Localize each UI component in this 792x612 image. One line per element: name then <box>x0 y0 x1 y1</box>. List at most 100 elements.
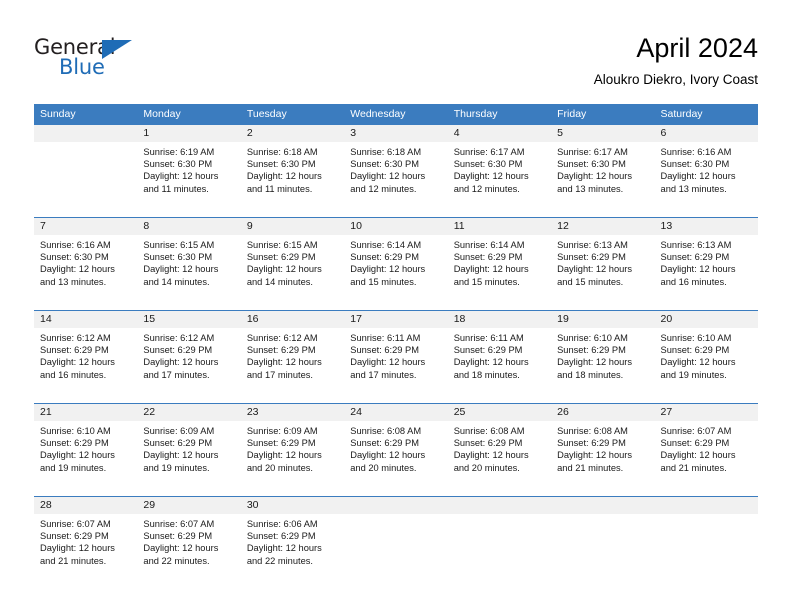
day-cell[interactable]: Sunrise: 6:11 AM Sunset: 6:29 PM Dayligh… <box>448 328 551 403</box>
day-cell[interactable]: Sunrise: 6:09 AM Sunset: 6:29 PM Dayligh… <box>241 421 344 496</box>
day-number[interactable]: 1 <box>137 125 240 142</box>
day-cell[interactable]: Sunrise: 6:13 AM Sunset: 6:29 PM Dayligh… <box>655 235 758 310</box>
daylight-text: Daylight: 12 hours and 15 minutes. <box>350 264 426 287</box>
sunset-text: Sunset: 6:30 PM <box>557 159 626 170</box>
day-cell[interactable]: Sunrise: 6:17 AM Sunset: 6:30 PM Dayligh… <box>551 142 654 217</box>
day-cell[interactable]: Sunrise: 6:15 AM Sunset: 6:29 PM Dayligh… <box>241 235 344 310</box>
sunset-text: Sunset: 6:29 PM <box>453 345 523 356</box>
day-cell[interactable]: Sunrise: 6:16 AM Sunset: 6:30 PM Dayligh… <box>655 142 758 217</box>
day-cell[interactable]: Sunrise: 6:14 AM Sunset: 6:29 PM Dayligh… <box>448 235 551 310</box>
sunset-text: Sunset: 6:29 PM <box>246 252 316 263</box>
day-cell[interactable] <box>34 142 137 217</box>
day-cell[interactable]: Sunrise: 6:08 AM Sunset: 6:29 PM Dayligh… <box>448 421 551 496</box>
day-number[interactable]: 3 <box>344 125 447 142</box>
day-cell[interactable]: Sunrise: 6:19 AM Sunset: 6:30 PM Dayligh… <box>137 142 240 217</box>
day-number[interactable]: 5 <box>551 125 654 142</box>
day-cell[interactable]: Sunrise: 6:18 AM Sunset: 6:30 PM Dayligh… <box>344 142 447 217</box>
day-number[interactable] <box>448 497 551 514</box>
day-number[interactable]: 9 <box>241 218 344 235</box>
day-number[interactable]: 14 <box>34 311 137 328</box>
day-number[interactable]: 27 <box>655 404 758 421</box>
day-number[interactable]: 26 <box>551 404 654 421</box>
sunrise-text: Sunrise: 6:10 AM <box>40 426 111 436</box>
day-number[interactable]: 2 <box>241 125 344 142</box>
day-number[interactable]: 7 <box>34 218 137 235</box>
sunrise-text: Sunrise: 6:11 AM <box>453 333 524 343</box>
daylight-text: Daylight: 12 hours and 22 minutes. <box>246 543 322 566</box>
daylight-text: Daylight: 12 hours and 19 minutes. <box>660 357 736 380</box>
sunset-text: Sunset: 6:29 PM <box>660 438 730 449</box>
day-number[interactable]: 6 <box>655 125 758 142</box>
weekday-header-saturday: Saturday <box>660 108 703 120</box>
sunset-text: Sunset: 6:30 PM <box>143 252 213 263</box>
day-number[interactable]: 20 <box>655 311 758 328</box>
day-number[interactable]: 30 <box>241 497 344 514</box>
day-cell[interactable]: Sunrise: 6:12 AM Sunset: 6:29 PM Dayligh… <box>137 328 240 403</box>
daylight-text: Daylight: 12 hours and 15 minutes. <box>557 264 633 287</box>
day-number[interactable]: 24 <box>344 404 447 421</box>
day-number[interactable]: 11 <box>448 218 551 235</box>
sunrise-text: Sunrise: 6:19 AM <box>143 147 215 157</box>
day-cell[interactable]: Sunrise: 6:10 AM Sunset: 6:29 PM Dayligh… <box>34 421 137 496</box>
day-number[interactable]: 22 <box>137 404 240 421</box>
day-cell[interactable]: Sunrise: 6:14 AM Sunset: 6:29 PM Dayligh… <box>344 235 447 310</box>
day-cell[interactable]: Sunrise: 6:17 AM Sunset: 6:30 PM Dayligh… <box>448 142 551 217</box>
day-number[interactable] <box>344 497 447 514</box>
sunset-text: Sunset: 6:29 PM <box>660 345 730 356</box>
day-number[interactable] <box>551 497 654 514</box>
day-cell[interactable]: Sunrise: 6:13 AM Sunset: 6:29 PM Dayligh… <box>551 235 654 310</box>
day-cell[interactable] <box>448 514 551 589</box>
day-cell[interactable] <box>344 514 447 589</box>
day-number[interactable]: 8 <box>137 218 240 235</box>
day-cell[interactable]: Sunrise: 6:10 AM Sunset: 6:29 PM Dayligh… <box>551 328 654 403</box>
day-cell[interactable]: Sunrise: 6:08 AM Sunset: 6:29 PM Dayligh… <box>344 421 447 496</box>
day-number[interactable]: 12 <box>551 218 654 235</box>
day-number[interactable]: 29 <box>137 497 240 514</box>
general-blue-logo[interactable]: General Blue <box>34 37 164 83</box>
day-cell[interactable]: Sunrise: 6:06 AM Sunset: 6:29 PM Dayligh… <box>241 514 344 589</box>
day-cell[interactable]: Sunrise: 6:12 AM Sunset: 6:29 PM Dayligh… <box>241 328 344 403</box>
day-cell[interactable]: Sunrise: 6:15 AM Sunset: 6:30 PM Dayligh… <box>137 235 240 310</box>
sunset-text: Sunset: 6:29 PM <box>557 345 626 356</box>
day-cell[interactable]: Sunrise: 6:10 AM Sunset: 6:29 PM Dayligh… <box>655 328 758 403</box>
calendar-page: General Blue April 2024 Aloukro Diekro, … <box>0 0 792 612</box>
day-number[interactable]: 17 <box>344 311 447 328</box>
daylight-text: Daylight: 12 hours and 20 minutes. <box>453 450 529 473</box>
day-number[interactable]: 4 <box>448 125 551 142</box>
day-cell[interactable]: Sunrise: 6:16 AM Sunset: 6:30 PM Dayligh… <box>34 235 137 310</box>
day-number[interactable]: 23 <box>241 404 344 421</box>
calendar-week-row: 14 15 16 17 18 19 20 Sunrise: 6:12 AM Su… <box>34 310 758 403</box>
day-number[interactable]: 19 <box>551 311 654 328</box>
day-cell[interactable]: Sunrise: 6:07 AM Sunset: 6:29 PM Dayligh… <box>34 514 137 589</box>
day-cell[interactable]: Sunrise: 6:07 AM Sunset: 6:29 PM Dayligh… <box>137 514 240 589</box>
sunrise-text: Sunrise: 6:07 AM <box>143 519 215 529</box>
day-number[interactable]: 15 <box>137 311 240 328</box>
day-cell[interactable]: Sunrise: 6:07 AM Sunset: 6:29 PM Dayligh… <box>655 421 758 496</box>
sunrise-text: Sunrise: 6:17 AM <box>557 147 628 157</box>
triangle-icon <box>102 40 132 59</box>
day-number[interactable]: 13 <box>655 218 758 235</box>
day-number[interactable]: 16 <box>241 311 344 328</box>
day-cell[interactable]: Sunrise: 6:11 AM Sunset: 6:29 PM Dayligh… <box>344 328 447 403</box>
sunrise-text: Sunrise: 6:07 AM <box>660 426 732 436</box>
day-number[interactable] <box>655 497 758 514</box>
day-cell[interactable]: Sunrise: 6:18 AM Sunset: 6:30 PM Dayligh… <box>241 142 344 217</box>
day-detail-row: Sunrise: 6:07 AM Sunset: 6:29 PM Dayligh… <box>34 514 758 589</box>
calendar-week-row: 21 22 23 24 25 26 27 Sunrise: 6:10 AM Su… <box>34 403 758 496</box>
day-number[interactable]: 18 <box>448 311 551 328</box>
sunset-text: Sunset: 6:29 PM <box>246 345 316 356</box>
sunrise-text: Sunrise: 6:18 AM <box>350 147 422 157</box>
day-number[interactable] <box>34 125 137 142</box>
day-cell[interactable]: Sunrise: 6:09 AM Sunset: 6:29 PM Dayligh… <box>137 421 240 496</box>
day-cell[interactable]: Sunrise: 6:08 AM Sunset: 6:29 PM Dayligh… <box>551 421 654 496</box>
sunset-text: Sunset: 6:30 PM <box>40 252 109 263</box>
day-number-row: 14 15 16 17 18 19 20 <box>34 311 758 328</box>
day-number[interactable]: 21 <box>34 404 137 421</box>
day-cell[interactable]: Sunrise: 6:12 AM Sunset: 6:29 PM Dayligh… <box>34 328 137 403</box>
day-number[interactable]: 28 <box>34 497 137 514</box>
weekday-header-friday: Friday <box>557 108 587 120</box>
day-number[interactable]: 25 <box>448 404 551 421</box>
day-cell[interactable] <box>551 514 654 589</box>
day-number[interactable]: 10 <box>344 218 447 235</box>
day-cell[interactable] <box>655 514 758 589</box>
